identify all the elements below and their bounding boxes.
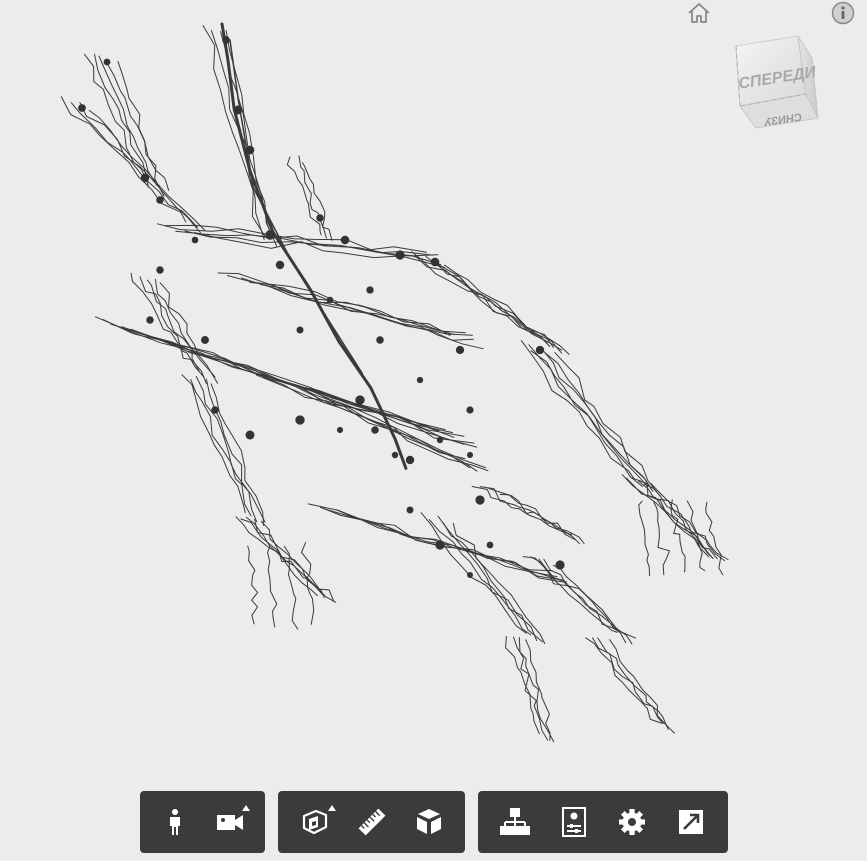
caret-up-icon xyxy=(328,805,336,811)
toolbar-tools-group xyxy=(278,791,465,853)
camera-icon xyxy=(216,815,243,830)
toolbar-settings-group xyxy=(478,791,728,853)
section-button[interactable] xyxy=(293,799,336,845)
view-cube[interactable]: СПЕРЕДИ СНИЗУ xyxy=(726,34,826,134)
fullscreen-button[interactable] xyxy=(669,799,714,845)
first-person-button[interactable] xyxy=(155,799,196,845)
measure-button[interactable] xyxy=(350,799,393,845)
explode-icon xyxy=(416,809,441,834)
explode-button[interactable] xyxy=(407,799,450,845)
caret-up-icon xyxy=(242,805,250,811)
toolbar-navigation-group xyxy=(140,791,265,853)
home-icon[interactable] xyxy=(686,0,712,26)
first-person-icon xyxy=(170,809,181,835)
model-tree-button[interactable] xyxy=(493,799,538,845)
camera-button[interactable] xyxy=(210,799,250,845)
model-tree-icon xyxy=(500,808,531,835)
properties-button[interactable] xyxy=(552,799,597,845)
measure-icon xyxy=(358,808,385,836)
info-icon[interactable] xyxy=(830,0,856,26)
settings-button[interactable] xyxy=(610,799,655,845)
settings-icon xyxy=(619,809,646,835)
fullscreen-icon xyxy=(678,810,703,834)
section-icon xyxy=(302,809,327,835)
properties-icon xyxy=(561,807,586,837)
